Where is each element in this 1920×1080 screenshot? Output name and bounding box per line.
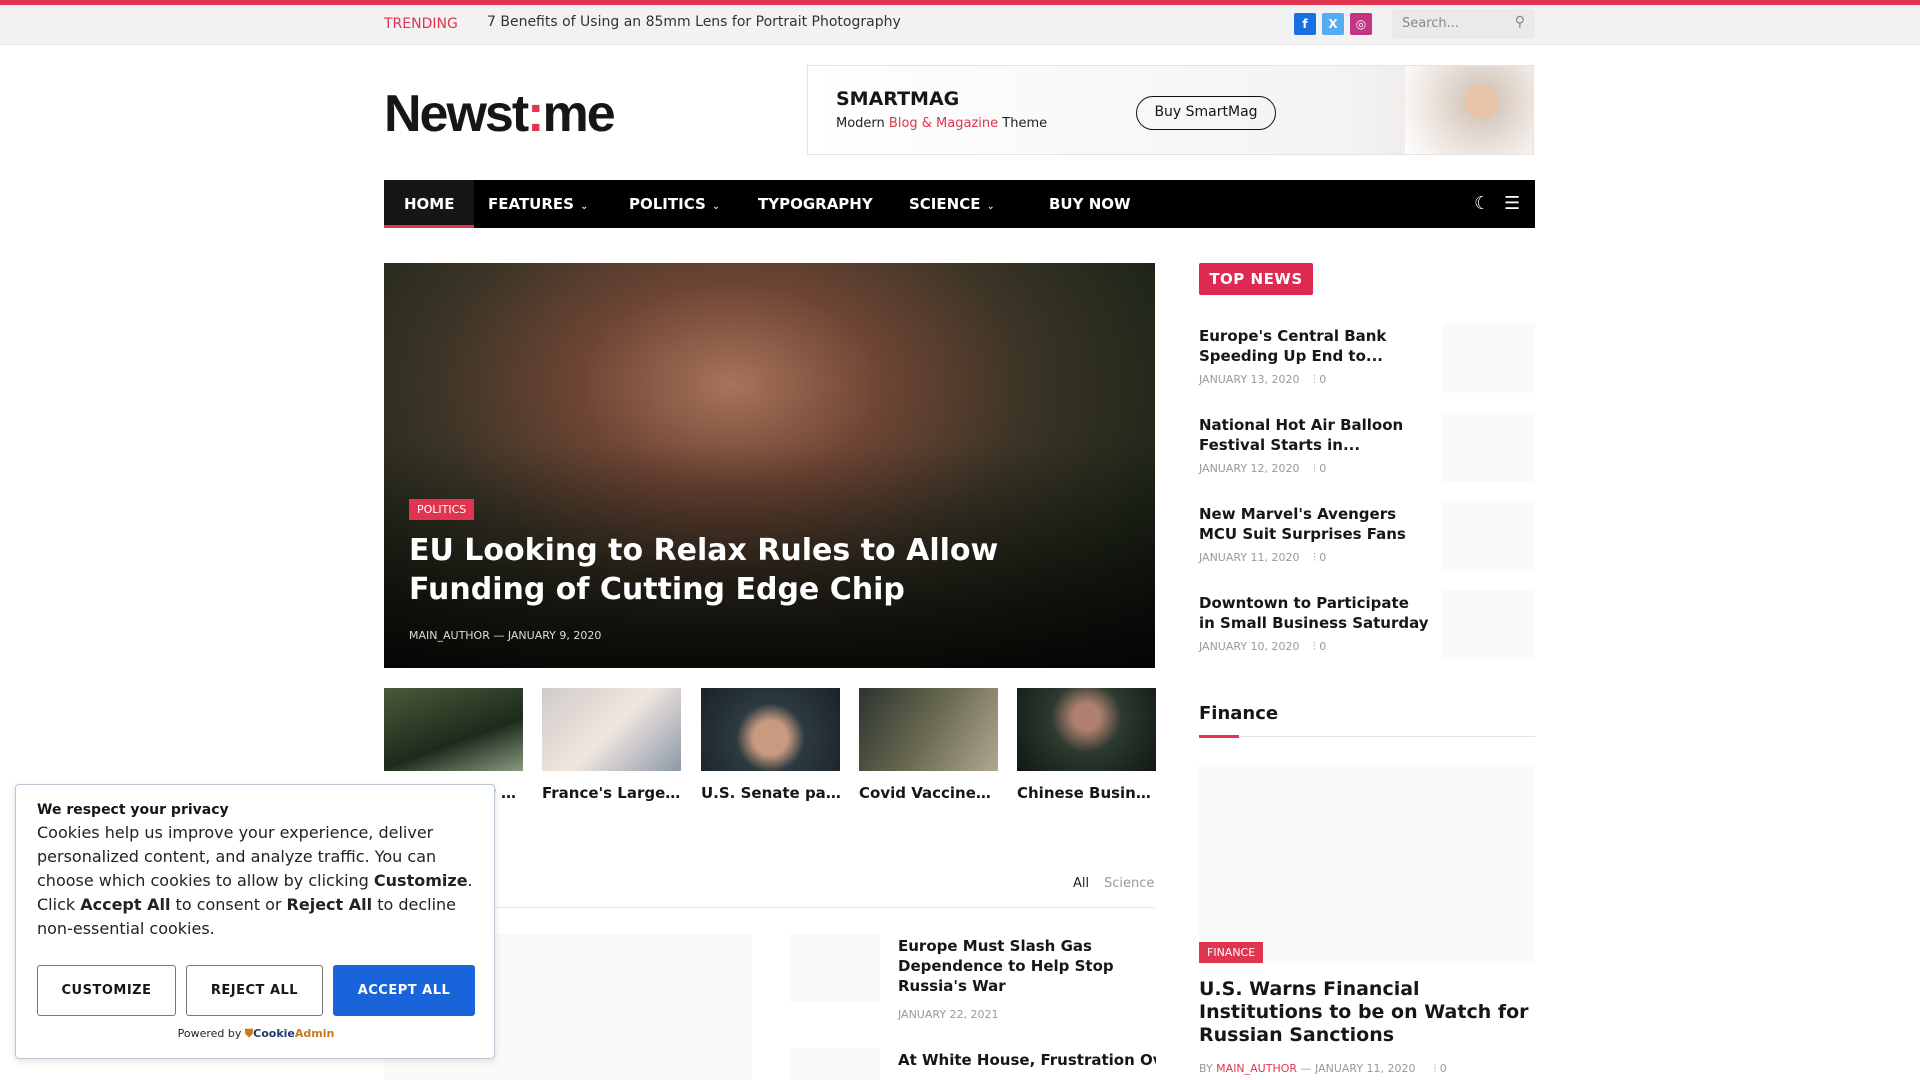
nav-science[interactable]: SCIENCE ⌄ — [889, 180, 1015, 228]
finance-image-placeholder[interactable] — [1199, 764, 1535, 964]
cookie-heading: We respect your privacy — [37, 802, 229, 818]
top-news-badge: TOP NEWS — [1199, 263, 1313, 295]
thumb-title[interactable]: Covid Vaccines Not Linked to... — [859, 784, 999, 803]
nav-buy-now[interactable]: BUY NOW — [1029, 180, 1151, 228]
customize-button[interactable]: CUSTOMIZE — [37, 965, 176, 1016]
cookie-text: Cookies help us improve your experience,… — [37, 823, 473, 938]
nav-politics[interactable]: POLITICS ⌄ — [609, 180, 740, 228]
ad-title: SMARTMAG — [836, 88, 960, 110]
trending-link[interactable]: 7 Benefits of Using an 85mm Lens for Por… — [487, 14, 901, 30]
side-post-date: JANUARY 12, 2020 — [1199, 462, 1300, 475]
side-thumb[interactable] — [1442, 501, 1535, 571]
search-placeholder: Search... — [1402, 16, 1460, 31]
chevron-down-icon: ⌄ — [711, 201, 721, 212]
trending-label: TRENDING — [384, 16, 458, 32]
author-link[interactable]: MAIN_AUTHOR — [1216, 1062, 1297, 1075]
hamburger-menu-icon[interactable]: ☰ — [1504, 193, 1520, 214]
finance-heading: Finance — [1199, 703, 1279, 724]
side-thumb[interactable] — [1442, 412, 1535, 482]
thumb-image[interactable] — [542, 688, 681, 771]
thumb-image[interactable] — [1017, 688, 1156, 771]
list-post-date: JANUARY 22, 2021 — [898, 1008, 999, 1021]
divider — [1199, 736, 1535, 737]
views-count: ⫶ 0 — [1313, 640, 1327, 653]
views-count: ⫶ 0 — [1313, 373, 1327, 386]
nav-features[interactable]: FEATURES ⌄ — [468, 180, 608, 228]
thumb-image[interactable] — [859, 688, 998, 771]
post-thumb-placeholder[interactable] — [789, 934, 880, 1002]
main-nav: HOME FEATURES ⌄ POLITICS ⌄ TYPOGRAPHY SCIE… — [384, 180, 1535, 228]
search-input[interactable]: Search... ⚲ — [1392, 9, 1535, 39]
side-post-date: JANUARY 10, 2020 — [1199, 640, 1300, 653]
side-post-title[interactable]: Europe's Central Bank Speeding Up End to… — [1199, 326, 1429, 366]
powered-by: Powered by ⛊CookieAdmin — [177, 1027, 335, 1040]
logo-accent: : — [527, 85, 544, 143]
logo-text: Newst — [384, 85, 529, 143]
side-post-date: JANUARY 13, 2020 — [1199, 373, 1300, 386]
finance-meta: BY MAIN_AUTHOR — JANUARY 11, 2020 ⫶ 0 — [1199, 1062, 1447, 1075]
hero-title[interactable]: EU Looking to Relax Rules to Allow Fundi… — [409, 531, 1009, 609]
cookieadmin-logo[interactable]: ⛊CookieAdmin — [245, 1027, 334, 1040]
logo-text-end: me — [542, 85, 615, 143]
hero-featured-post[interactable]: POLITICS EU Looking to Relax Rules to Al… — [384, 263, 1155, 668]
accept-all-button[interactable]: ACCEPT ALL — [333, 965, 475, 1016]
side-post-title[interactable]: National Hot Air Balloon Festival Starts… — [1199, 415, 1429, 455]
nav-home[interactable]: HOME — [384, 180, 475, 228]
dark-mode-moon-icon[interactable]: ☾ — [1474, 193, 1490, 214]
side-post-title[interactable]: New Marvel's Avengers MCU Suit Surprises… — [1199, 504, 1429, 544]
nav-typography[interactable]: TYPOGRAPHY — [738, 180, 893, 228]
instagram-icon[interactable]: ◎ — [1350, 13, 1372, 35]
thumb-title[interactable]: France's Largest Business Summ... — [542, 784, 682, 803]
heading-accent — [1199, 735, 1239, 738]
x-twitter-icon[interactable]: X — [1322, 13, 1344, 35]
shield-icon: ⛊ — [244, 1027, 254, 1040]
facebook-icon[interactable]: f — [1294, 13, 1316, 35]
post-thumb-placeholder[interactable] — [789, 1048, 880, 1080]
thumb-image[interactable] — [701, 688, 840, 771]
tab-science[interactable]: Science — [1104, 876, 1154, 891]
views-count: ⫶ 0 — [1313, 551, 1327, 564]
chevron-down-icon: ⌄ — [986, 201, 995, 212]
side-thumb[interactable] — [1442, 323, 1535, 393]
reject-all-button[interactable]: REJECT ALL — [186, 965, 323, 1016]
top-bar — [0, 5, 1920, 45]
tab-all[interactable]: All — [1073, 876, 1089, 891]
thumb-image[interactable] — [384, 688, 523, 771]
side-thumb[interactable] — [1442, 590, 1535, 660]
divider — [384, 907, 1155, 908]
ad-image — [1405, 66, 1533, 154]
list-post-title[interactable]: Europe Must Slash Gas Dependence to Help… — [898, 936, 1156, 996]
site-logo[interactable]: Newst:me — [384, 84, 616, 144]
thumb-title[interactable]: U.S. Senate passes $1.5... — [701, 784, 841, 803]
side-post-title[interactable]: Downtown to Participate in Small Busines… — [1199, 593, 1429, 633]
buy-smartmag-button[interactable]: Buy SmartMag — [1136, 96, 1276, 130]
cookie-consent-dialog: We respect your privacy Cookies help us … — [15, 784, 495, 1059]
finance-post-title[interactable]: U.S. Warns Financial Institutions to be … — [1199, 978, 1535, 1047]
list-post-title[interactable]: At White House, Frustration Over Who Get… — [898, 1050, 1156, 1070]
thumb-title[interactable]: Chinese Business Leaders Call for... — [1017, 784, 1157, 803]
category-badge[interactable]: FINANCE — [1199, 942, 1264, 963]
hero-meta: MAIN_AUTHOR — JANUARY 9, 2020 — [409, 629, 602, 642]
ad-subtitle: Modern Blog & Magazine Theme — [836, 116, 1048, 131]
views-count: ⫶ 0 — [1313, 462, 1327, 475]
ad-banner[interactable]: SMARTMAG Modern Blog & Magazine Theme Bu… — [807, 65, 1534, 155]
side-post-date: JANUARY 11, 2020 — [1199, 551, 1300, 564]
category-badge[interactable]: POLITICS — [409, 499, 475, 520]
chevron-down-icon: ⌄ — [579, 201, 589, 212]
search-icon[interactable]: ⚲ — [1515, 14, 1525, 30]
